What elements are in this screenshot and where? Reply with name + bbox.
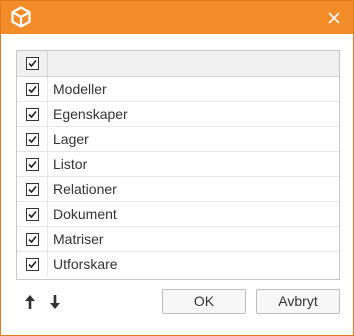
row-check-cell: [17, 227, 48, 251]
checkmark-icon: [28, 85, 37, 94]
column-chooser-dialog: Modeller Egenskaper Lager Listor Relatio…: [0, 0, 354, 336]
item-checkbox[interactable]: [26, 233, 39, 246]
checkmark-icon: [28, 59, 37, 68]
list-item[interactable]: Modeller: [17, 77, 339, 102]
close-icon[interactable]: [326, 10, 342, 26]
item-checkbox[interactable]: [26, 183, 39, 196]
row-check-cell: [17, 77, 48, 101]
checkmark-icon: [28, 185, 37, 194]
list-item[interactable]: Utforskare: [17, 252, 339, 277]
list-item[interactable]: Dokument: [17, 202, 339, 227]
checkmark-icon: [28, 260, 37, 269]
checkmark-icon: [28, 235, 37, 244]
checkmark-icon: [28, 110, 37, 119]
cube-logo-icon: [11, 6, 31, 28]
item-label: Listor: [53, 156, 88, 172]
item-checkbox[interactable]: [26, 258, 39, 271]
cancel-button[interactable]: Avbryt: [256, 289, 340, 314]
row-check-cell: [17, 202, 48, 226]
item-checkbox[interactable]: [26, 108, 39, 121]
item-label: Matriser: [53, 231, 104, 247]
item-label: Dokument: [53, 206, 117, 222]
row-check-cell: [17, 152, 48, 176]
list-item[interactable]: Egenskaper: [17, 102, 339, 127]
checkmark-icon: [28, 210, 37, 219]
column-list: Modeller Egenskaper Lager Listor Relatio…: [16, 50, 340, 280]
item-label: Modeller: [53, 81, 107, 97]
list-item[interactable]: Matriser: [17, 227, 339, 252]
checkmark-icon: [28, 160, 37, 169]
select-all-checkbox[interactable]: [26, 57, 39, 70]
arrow-down-icon[interactable]: [49, 293, 61, 311]
arrow-up-icon[interactable]: [24, 293, 36, 311]
list-item[interactable]: Lager: [17, 127, 339, 152]
list-item[interactable]: Relationer: [17, 177, 339, 202]
item-label: Lager: [53, 131, 89, 147]
checkmark-icon: [28, 135, 37, 144]
item-checkbox[interactable]: [26, 133, 39, 146]
list-item[interactable]: Listor: [17, 152, 339, 177]
row-check-cell: [17, 127, 48, 151]
title-bar[interactable]: [1, 1, 353, 34]
list-header: [17, 51, 339, 77]
item-label: Egenskaper: [53, 106, 128, 122]
ok-button[interactable]: OK: [162, 289, 246, 314]
item-checkbox[interactable]: [26, 208, 39, 221]
row-check-cell: [17, 102, 48, 126]
item-checkbox[interactable]: [26, 158, 39, 171]
header-check-cell: [17, 51, 48, 76]
item-checkbox[interactable]: [26, 83, 39, 96]
item-label: Utforskare: [53, 256, 118, 272]
row-check-cell: [17, 177, 48, 201]
item-label: Relationer: [53, 181, 117, 197]
row-check-cell: [17, 252, 48, 276]
